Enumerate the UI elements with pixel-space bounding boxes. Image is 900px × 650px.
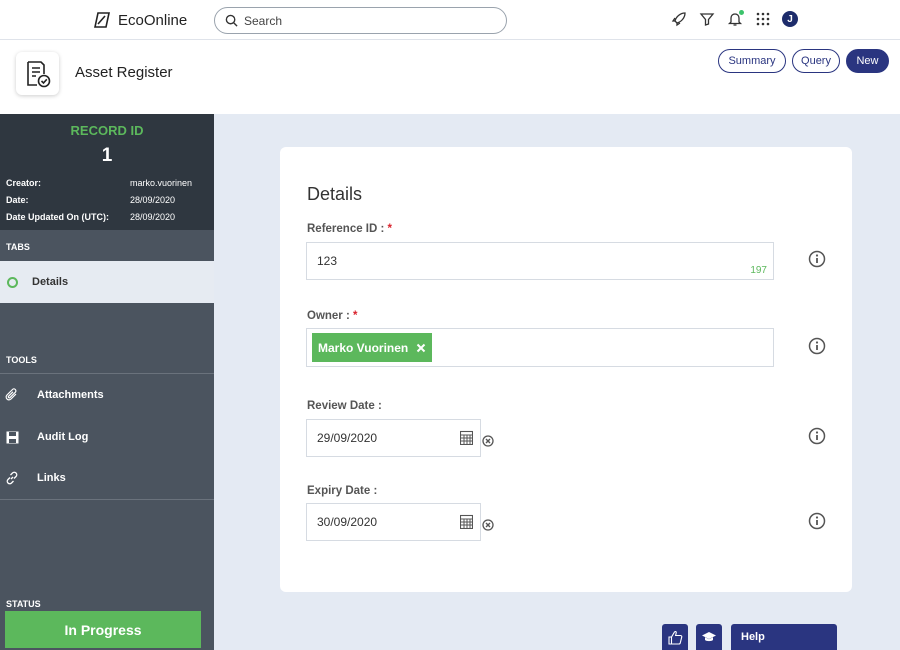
- details-card: Details Reference ID : * 123 197 Owner :…: [280, 147, 852, 592]
- tool-attachments-label: Attachments: [37, 389, 104, 401]
- top-bar: EcoOnline J: [0, 0, 900, 40]
- tabs-section-title: TABS: [6, 242, 30, 252]
- active-tab-indicator-icon: [7, 276, 18, 288]
- divider: [0, 373, 214, 374]
- info-icon[interactable]: [808, 337, 826, 355]
- remove-chip-icon[interactable]: [416, 343, 426, 353]
- expiry-date-input[interactable]: 30/09/2020: [306, 503, 481, 541]
- search-box[interactable]: [214, 7, 507, 34]
- query-button[interactable]: Query: [792, 49, 840, 73]
- record-info: RECORD ID 1 Creator: marko.vuorinen Date…: [0, 114, 214, 230]
- calendar-icon[interactable]: [460, 514, 473, 529]
- review-date-input[interactable]: 29/09/2020: [306, 419, 481, 457]
- sidebar: RECORD ID 1 Creator: marko.vuorinen Date…: [0, 114, 214, 650]
- graduation-cap-icon: [702, 632, 716, 642]
- summary-button[interactable]: Summary: [718, 49, 786, 73]
- document-check-icon: [26, 60, 50, 87]
- notification-dot: [739, 10, 744, 15]
- bell-icon[interactable]: [726, 10, 744, 28]
- expiry-date-value: 30/09/2020: [317, 515, 378, 529]
- details-title: Details: [307, 184, 363, 204]
- filter-icon[interactable]: [698, 10, 716, 28]
- tool-audit-log-label: Audit Log: [37, 431, 89, 443]
- page-title: Asset Register: [75, 64, 173, 81]
- date-updated-value: 28/09/2020: [130, 212, 176, 222]
- tools-section-title: TOOLS: [6, 355, 37, 365]
- reference-id-field[interactable]: 123 197: [306, 242, 774, 280]
- search-icon: [225, 14, 238, 27]
- status-section-title: STATUS: [6, 599, 41, 609]
- required-marker: *: [387, 223, 393, 235]
- user-avatar[interactable]: J: [782, 11, 798, 27]
- tab-details[interactable]: Details: [0, 261, 214, 303]
- learning-button[interactable]: [696, 624, 722, 650]
- review-date-label: Review Date :: [307, 400, 382, 412]
- clear-date-icon[interactable]: [482, 519, 494, 531]
- tool-audit-log[interactable]: Audit Log: [0, 417, 214, 457]
- new-button[interactable]: New: [846, 49, 889, 73]
- apps-grid-icon[interactable]: [754, 10, 772, 28]
- tool-links-label: Links: [37, 472, 66, 484]
- brand-name: EcoOnline: [118, 11, 188, 29]
- tool-attachments[interactable]: Attachments: [0, 375, 214, 415]
- owner-field[interactable]: Marko Vuorinen: [306, 328, 774, 367]
- reference-id-label: Reference ID : *: [307, 223, 393, 235]
- paperclip-icon: [5, 388, 19, 402]
- record-id-value: 1: [101, 145, 113, 166]
- character-counter: 197: [750, 265, 767, 276]
- creator-label: Creator:: [6, 178, 42, 188]
- thumbs-up-icon: [667, 630, 682, 645]
- info-icon[interactable]: [808, 427, 826, 445]
- review-date-value: 29/09/2020: [317, 431, 378, 445]
- save-icon: [5, 431, 19, 444]
- owner-chip: Marko Vuorinen: [312, 333, 433, 362]
- help-button[interactable]: Help: [731, 624, 837, 650]
- rocket-icon[interactable]: [670, 10, 688, 28]
- feedback-button[interactable]: [662, 624, 688, 650]
- ecoonline-logo-icon: [94, 12, 110, 28]
- required-marker: *: [353, 310, 358, 322]
- owner-label: Owner : *: [307, 310, 358, 322]
- info-icon[interactable]: [808, 250, 826, 268]
- clear-date-icon[interactable]: [482, 435, 494, 447]
- info-icon[interactable]: [808, 512, 826, 530]
- asset-register-app-icon: [16, 52, 59, 95]
- expiry-date-label: Expiry Date :: [307, 485, 378, 497]
- status-button[interactable]: In Progress: [5, 611, 201, 648]
- calendar-icon[interactable]: [460, 430, 473, 445]
- tool-links[interactable]: Links: [0, 458, 214, 498]
- date-updated-label: Date Updated On (UTC):: [6, 212, 109, 222]
- owner-chip-label: Marko Vuorinen: [318, 340, 409, 355]
- brand-logo[interactable]: EcoOnline: [92, 10, 187, 30]
- reference-id-value: 123: [317, 254, 338, 268]
- page-header: Asset Register Summary Query New: [0, 40, 900, 114]
- tab-details-label: Details: [32, 276, 69, 288]
- search-input[interactable]: [244, 13, 484, 28]
- date-label: Date:: [6, 195, 29, 205]
- creator-value: marko.vuorinen: [130, 178, 193, 188]
- link-icon: [5, 471, 19, 485]
- divider: [0, 499, 214, 500]
- record-id-label: RECORD ID: [70, 123, 144, 138]
- date-value: 28/09/2020: [130, 195, 176, 205]
